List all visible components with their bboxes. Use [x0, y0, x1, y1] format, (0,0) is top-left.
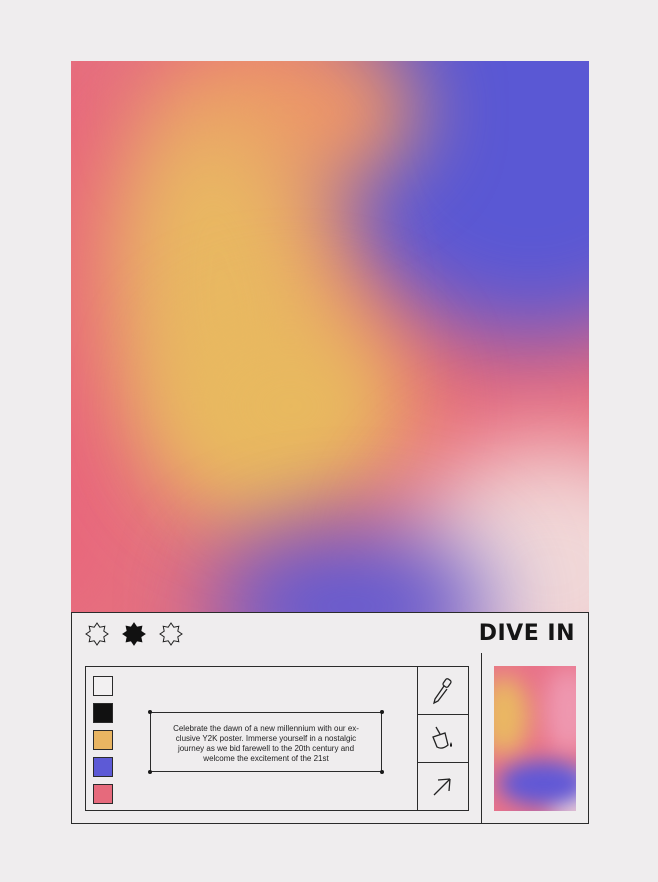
description-line: Celebrate the dawn of a new millennium w…: [173, 724, 359, 733]
gradient-canvas: [71, 61, 589, 612]
swatch-yellow[interactable]: [93, 730, 113, 750]
handle[interactable]: [380, 710, 384, 714]
description-line: welcome the excitement of the 21st: [203, 754, 329, 763]
gradient-thumbnail[interactable]: [494, 666, 576, 811]
star-outline-icon[interactable]: [159, 622, 183, 646]
tool-column: [417, 667, 469, 810]
handle[interactable]: [380, 770, 384, 774]
page-title: DIVE IN: [478, 621, 575, 646]
handle[interactable]: [148, 710, 152, 714]
swatch-blue[interactable]: [93, 757, 113, 777]
editor-box: Celebrate the dawn of a new millennium w…: [85, 666, 469, 811]
star-filled-icon[interactable]: [122, 622, 146, 646]
poster: DIVE IN Celebrate the dawn of a new mill…: [71, 61, 589, 825]
paint-bucket-tool-button[interactable]: [418, 714, 469, 762]
paint-bucket-icon: [432, 726, 452, 749]
description-line: clusive Y2K poster. Immerse yourself in …: [175, 734, 357, 743]
pointer-tool-button[interactable]: [418, 762, 469, 810]
eyedropper-tool-button[interactable]: [418, 667, 469, 714]
swatch-pink[interactable]: [93, 784, 113, 804]
panel-divider: [481, 653, 482, 823]
swatch-white[interactable]: [93, 676, 113, 696]
description-text: Celebrate the dawn of a new millennium w…: [157, 724, 375, 764]
handle[interactable]: [148, 770, 152, 774]
control-panel: Celebrate the dawn of a new millennium w…: [71, 653, 589, 824]
eyedropper-icon: [433, 678, 452, 705]
description-line: journey as we bid farewell to the 20th c…: [177, 744, 355, 753]
star-outline-icon[interactable]: [85, 622, 109, 646]
cursor-arrow-icon: [433, 778, 451, 796]
title-bar: DIVE IN: [71, 612, 589, 655]
swatch-black[interactable]: [93, 703, 113, 723]
text-frame[interactable]: Celebrate the dawn of a new millennium w…: [148, 710, 384, 774]
